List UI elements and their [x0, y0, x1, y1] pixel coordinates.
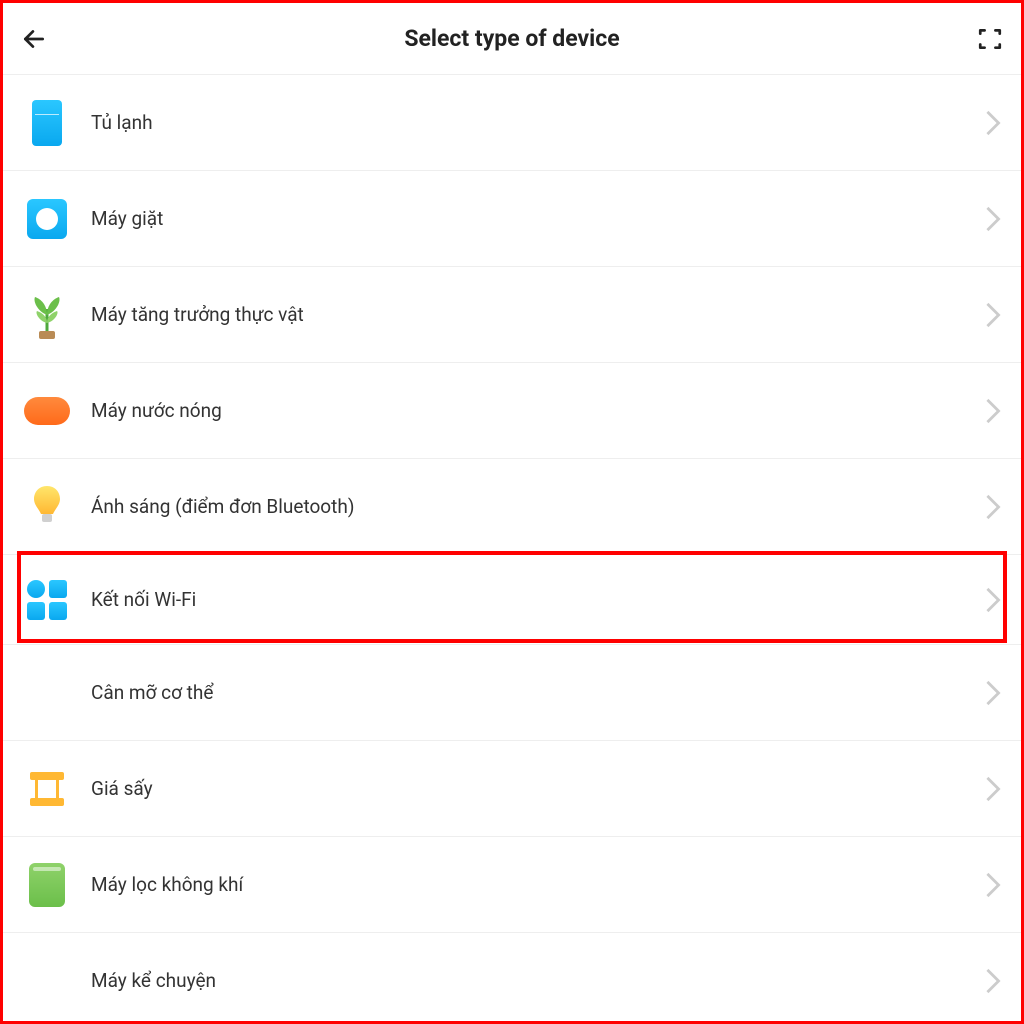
scale-icon	[21, 667, 73, 719]
device-label: Máy giặt	[91, 207, 985, 230]
chevron-right-icon	[985, 776, 1001, 802]
device-row-air-purifier[interactable]: Máy lọc không khí	[3, 837, 1021, 933]
device-label: Máy lọc không khí	[91, 873, 985, 896]
drying-rack-icon	[21, 763, 73, 815]
device-label: Kết nối Wi-Fi	[91, 588, 985, 611]
device-label: Tủ lạnh	[91, 111, 985, 134]
device-label: Máy tăng trưởng thực vật	[91, 303, 985, 326]
chevron-right-icon	[985, 302, 1001, 328]
chevron-right-icon	[985, 494, 1001, 520]
air-purifier-icon	[21, 859, 73, 911]
chevron-right-icon	[985, 587, 1001, 613]
scan-button[interactable]	[969, 26, 1003, 52]
device-label: Cân mỡ cơ thể	[91, 681, 985, 704]
device-row-wifi[interactable]: Kết nối Wi-Fi	[3, 555, 1021, 645]
chevron-right-icon	[985, 680, 1001, 706]
device-row-drying-rack[interactable]: Giá sấy	[3, 741, 1021, 837]
bulb-icon	[21, 481, 73, 533]
chevron-right-icon	[985, 206, 1001, 232]
chevron-right-icon	[985, 872, 1001, 898]
app-frame: Select type of device Tủ lạnh Máy giặt	[0, 0, 1024, 1024]
storyteller-icon	[21, 955, 73, 1007]
water-heater-icon	[21, 385, 73, 437]
plant-icon	[21, 289, 73, 341]
device-list: Tủ lạnh Máy giặt Máy tăng trưởng thực vậ…	[3, 75, 1021, 1021]
arrow-left-icon	[21, 26, 47, 52]
chevron-right-icon	[985, 110, 1001, 136]
chevron-right-icon	[985, 398, 1001, 424]
device-label: Máy nước nóng	[91, 399, 985, 422]
washer-icon	[21, 193, 73, 245]
device-row-scale[interactable]: Cân mỡ cơ thể	[3, 645, 1021, 741]
chevron-right-icon	[985, 968, 1001, 994]
device-row-washer[interactable]: Máy giặt	[3, 171, 1021, 267]
device-label: Ánh sáng (điểm đơn Bluetooth)	[91, 495, 985, 518]
page-title: Select type of device	[55, 25, 969, 52]
device-row-water-heater[interactable]: Máy nước nóng	[3, 363, 1021, 459]
device-row-light[interactable]: Ánh sáng (điểm đơn Bluetooth)	[3, 459, 1021, 555]
device-label: Máy kể chuyện	[91, 969, 985, 992]
device-row-storyteller[interactable]: Máy kể chuyện	[3, 933, 1021, 1021]
back-button[interactable]	[21, 26, 55, 52]
header: Select type of device	[3, 3, 1021, 75]
fridge-icon	[21, 97, 73, 149]
wifi-grid-icon	[21, 574, 73, 626]
device-label: Giá sấy	[91, 777, 985, 800]
device-row-plant[interactable]: Máy tăng trưởng thực vật	[3, 267, 1021, 363]
device-row-fridge[interactable]: Tủ lạnh	[3, 75, 1021, 171]
scan-icon	[977, 26, 1003, 52]
